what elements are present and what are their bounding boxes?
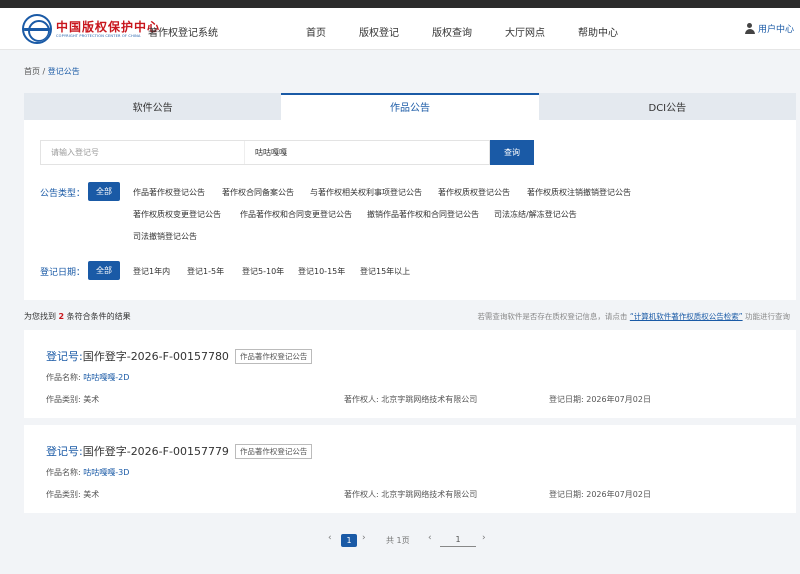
globe-logo-icon <box>22 14 52 44</box>
logo-en-text: COPYRIGHT PROTECTION CENTER OF CHINA <box>56 33 141 38</box>
date-option[interactable]: 登记5-10年 <box>242 266 284 277</box>
current-page[interactable]: 1 <box>341 534 357 547</box>
card-title: 登记号: 国作登字-2026-F-00157780 作品著作权登记公告 <box>46 348 313 364</box>
reg-no-label: 登记号: <box>46 350 83 363</box>
result-card[interactable]: 登记号: 国作登字-2026-F-00157780 作品著作权登记公告 作品名称… <box>24 330 796 418</box>
tab-dci[interactable]: DCI公告 <box>538 93 796 120</box>
browser-top-bar <box>0 0 800 8</box>
page-jump-input[interactable]: 1 <box>440 533 476 547</box>
nav-home[interactable]: 首页 <box>306 24 326 39</box>
announcement-type-tag: 作品著作权登记公告 <box>234 348 313 364</box>
type-option[interactable]: 著作权质权变更登记公告 <box>133 209 221 220</box>
date-option[interactable]: 登记1年内 <box>133 266 170 277</box>
copyright-owner: 著作权人: 北京字跳网络技术有限公司 <box>344 490 478 499</box>
work-category: 作品类别: 美术 <box>46 395 100 404</box>
breadcrumb: 首页 / 登记公告 <box>24 66 80 77</box>
type-option[interactable]: 著作权质权注销撤销登记公告 <box>527 187 631 198</box>
registration-number-input[interactable] <box>41 141 245 164</box>
work-name[interactable]: 咕咕嘎嘎-2D <box>83 373 129 382</box>
search-panel: 查询 公告类型： 全部 作品著作权登记公告 著作权合同备案公告 与著作权相关权利… <box>24 120 796 300</box>
work-name-row: 作品名称: 咕咕嘎嘎-2D <box>46 373 130 382</box>
result-count: 2 <box>58 312 65 321</box>
nav-service-halls[interactable]: 大厅网点 <box>505 24 545 39</box>
type-option[interactable]: 撤销作品著作权和合同登记公告 <box>367 209 479 220</box>
reg-no[interactable]: 国作登字-2026-F-00157780 <box>83 348 229 364</box>
nav-help[interactable]: 帮助中心 <box>578 24 618 39</box>
card-title: 登记号: 国作登字-2026-F-00157779 作品著作权登记公告 <box>46 443 313 459</box>
nav-query[interactable]: 版权查询 <box>432 24 472 39</box>
registration-date: 登记日期: 2026年07月02日 <box>549 490 651 499</box>
breadcrumb-home[interactable]: 首页 <box>24 67 40 76</box>
type-option[interactable]: 著作权质权登记公告 <box>438 187 510 198</box>
type-option[interactable]: 司法冻结/解冻登记公告 <box>494 209 577 220</box>
prev-page-icon[interactable]: ‹ <box>328 533 332 543</box>
breadcrumb-current: 登记公告 <box>47 67 80 76</box>
reg-no-label: 登记号: <box>46 445 83 458</box>
pagination: ‹ 1 › 共 1页 ‹ 1 › <box>0 533 800 549</box>
user-center-label: 用户中心 <box>757 25 794 35</box>
type-option[interactable]: 与著作权相关权利事项登记公告 <box>310 187 422 198</box>
system-name: 著作权登记系统 <box>148 28 218 39</box>
breadcrumb-sep: / <box>42 67 46 76</box>
date-option[interactable]: 登记15年以上 <box>360 266 410 277</box>
pledge-hint: 若需查询软件是否存在质权登记信息，请点击 “计算机软件著作权质权公告检索” 功能… <box>477 312 790 321</box>
reg-no[interactable]: 国作登字-2026-F-00157779 <box>83 443 229 459</box>
registration-date: 登记日期: 2026年07月02日 <box>549 395 651 404</box>
type-option[interactable]: 作品著作权和合同变更登记公告 <box>240 209 352 220</box>
tab-works[interactable]: 作品公告 <box>281 93 539 120</box>
next-page-icon[interactable]: › <box>362 533 366 543</box>
site-logo[interactable]: 中国版权保护中心 COPYRIGHT PROTECTION CENTER OF … <box>22 14 160 44</box>
keyword-input[interactable] <box>245 141 489 164</box>
search-bar <box>40 140 490 165</box>
result-summary: 为您找到 2 条符合条件的结果 若需查询软件是否存在质权登记信息，请点击 “计算… <box>24 311 796 322</box>
date-filter-label: 登记日期： <box>40 268 86 278</box>
result-card[interactable]: 登记号: 国作登字-2026-F-00157779 作品著作权登记公告 作品名称… <box>24 425 796 513</box>
main-nav: 首页 版权登记 版权查询 大厅网点 帮助中心 <box>306 24 651 39</box>
type-option[interactable]: 司法撤销登记公告 <box>133 231 197 242</box>
nav-registration[interactable]: 版权登记 <box>359 24 399 39</box>
total-pages: 共 1页 <box>386 536 410 545</box>
type-filter-all[interactable]: 全部 <box>88 182 120 201</box>
work-name[interactable]: 咕咕嘎嘎-3D <box>83 468 129 477</box>
type-filter-label: 公告类型： <box>40 189 86 199</box>
jump-prev-icon[interactable]: ‹ <box>428 533 432 543</box>
search-button[interactable]: 查询 <box>490 140 534 165</box>
announcement-type-tag: 作品著作权登记公告 <box>234 443 313 459</box>
site-header: 中国版权保护中心 COPYRIGHT PROTECTION CENTER OF … <box>0 8 800 50</box>
work-name-row: 作品名称: 咕咕嘎嘎-3D <box>46 468 130 477</box>
work-category: 作品类别: 美术 <box>46 490 100 499</box>
tab-software[interactable]: 软件公告 <box>24 93 282 120</box>
date-filter-all[interactable]: 全部 <box>88 261 120 280</box>
result-prefix: 为您找到 <box>24 312 56 321</box>
result-suffix: 条符合条件的结果 <box>66 312 131 321</box>
user-center-link[interactable]: 用户中心 <box>744 22 794 35</box>
pledge-search-link[interactable]: “计算机软件著作权质权公告检索” <box>630 312 743 321</box>
announcement-tabs: 软件公告 作品公告 DCI公告 <box>24 93 796 120</box>
date-option[interactable]: 登记10-15年 <box>298 266 345 277</box>
logo-cn-text: 中国版权保护中心 <box>56 19 161 34</box>
type-option[interactable]: 著作权合同备案公告 <box>222 187 294 198</box>
jump-next-icon[interactable]: › <box>482 533 486 543</box>
type-option[interactable]: 作品著作权登记公告 <box>133 187 205 198</box>
date-option[interactable]: 登记1-5年 <box>187 266 224 277</box>
copyright-owner: 著作权人: 北京字跳网络技术有限公司 <box>344 395 478 404</box>
user-icon <box>744 23 755 34</box>
